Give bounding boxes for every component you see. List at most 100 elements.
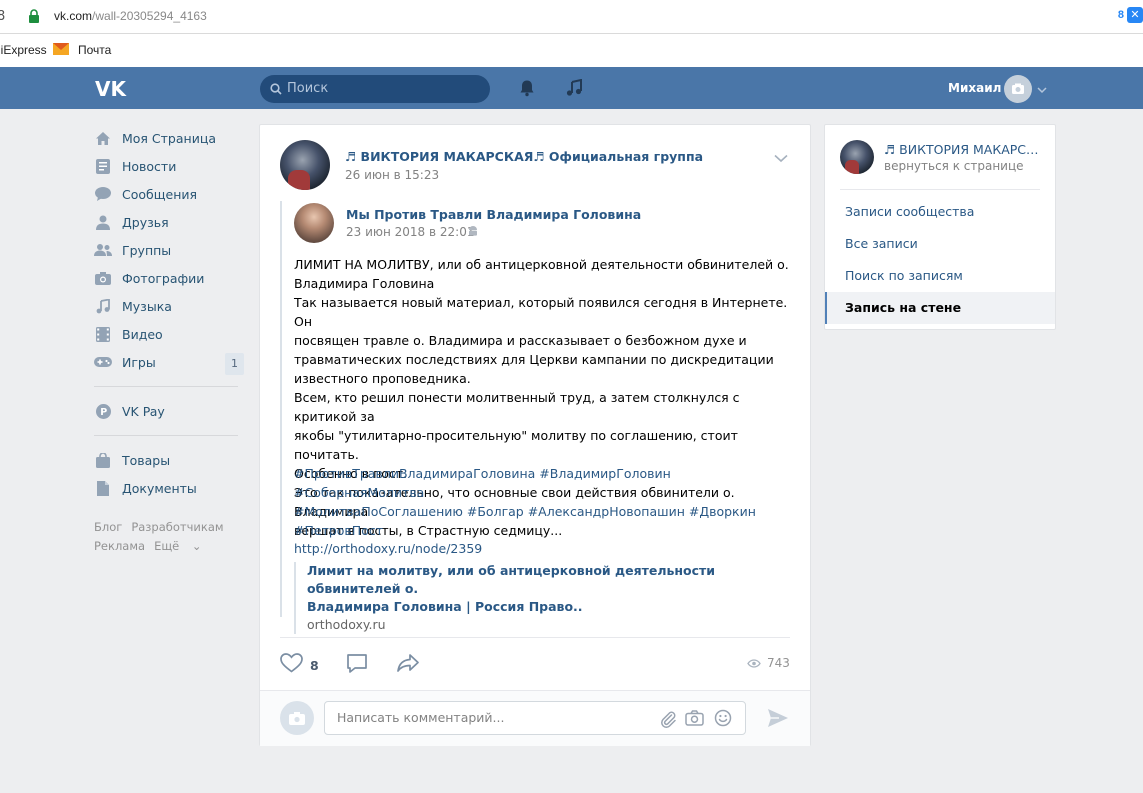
share-button[interactable]: [396, 653, 420, 677]
comment-button[interactable]: [346, 653, 368, 678]
sidebar-item-goods[interactable]: Товары: [92, 446, 244, 474]
search-input[interactable]: Поиск: [260, 75, 490, 103]
extension-area: 8 ✕: [1118, 7, 1143, 23]
post-text-line: ЛИМИТ НА МОЛИТВУ, или об антицерковной д…: [294, 257, 789, 272]
footer-link-ads[interactable]: Реклама: [94, 539, 145, 553]
svg-text:VK: VK: [95, 79, 127, 99]
post-link[interactable]: http://orthodoxy.ru/node/2359: [294, 541, 482, 556]
url-field[interactable]: vk.com/wall-20305294_4163: [54, 9, 207, 23]
sidebar-item-documents[interactable]: Документы: [92, 474, 244, 502]
post-text-line: якобы "утилитарно-просительную" молитву …: [294, 428, 738, 462]
sidebar-divider: [94, 435, 238, 436]
bookmarks-bar: liExpress Почта: [0, 34, 1143, 67]
group-name[interactable]: ♬ ВИКТОРИЯ МАКАРСКАЯ♬ Официальная группа: [884, 142, 1046, 157]
hashtag-line[interactable]: #ПетровПост: [294, 521, 799, 540]
sidebar-item-news[interactable]: Новости: [92, 152, 244, 180]
link-snippet[interactable]: Лимит на молитву, или об антицерковной д…: [294, 562, 764, 634]
repost-author-avatar[interactable]: [294, 203, 334, 243]
sidebar-item-label: Моя Страница: [122, 130, 216, 146]
sidebar-item-vkpay[interactable]: P VK Pay: [92, 397, 244, 425]
search-icon: [270, 83, 282, 99]
menu-item-all-posts[interactable]: Все записи: [825, 228, 1055, 260]
bookmark-mail[interactable]: Почта: [78, 43, 111, 57]
sidebar-item-music[interactable]: Музыка: [92, 292, 244, 320]
menu-item-community-posts[interactable]: Записи сообщества: [825, 196, 1055, 228]
like-button[interactable]: 8: [280, 653, 319, 677]
bookmark-aliexpress[interactable]: liExpress: [0, 43, 47, 57]
music-icon: [94, 298, 112, 314]
snippet-title-line: Владимира Головина | Россия Право..: [307, 599, 583, 614]
sidebar-item-label: Видео: [122, 326, 163, 342]
footer-more-label: Ещё: [154, 539, 180, 553]
sidebar-item-label: Товары: [122, 452, 171, 468]
lock-icon: [28, 9, 40, 23]
footer-link-blog[interactable]: Блог: [94, 520, 122, 534]
heart-icon: [280, 653, 303, 677]
left-sidebar: Моя Страница Новости Сообщения Друзья Гр…: [92, 124, 244, 556]
like-count: 8: [310, 657, 319, 673]
friends-icon: [94, 214, 112, 230]
sidebar-item-games[interactable]: Игры 1: [92, 348, 244, 376]
attach-icon[interactable]: [659, 710, 677, 732]
sidebar-item-photos[interactable]: Фотографии: [92, 264, 244, 292]
sidebar-item-video[interactable]: Видео: [92, 320, 244, 348]
avatar: [280, 701, 314, 735]
camera-icon[interactable]: [685, 710, 704, 730]
home-icon: [94, 130, 112, 146]
search-placeholder: Поиск: [287, 81, 329, 96]
post-author-name[interactable]: ♬ ВИКТОРИЯ МАКАРСКАЯ♬ Официальная группа: [345, 149, 703, 164]
chevron-down-icon[interactable]: [774, 152, 788, 167]
close-icon[interactable]: ✕: [1127, 7, 1143, 23]
repost-author-name[interactable]: Мы Против Травли Владимира Головина: [346, 207, 641, 222]
group-avatar[interactable]: [840, 140, 874, 174]
avatar[interactable]: [1004, 75, 1032, 103]
sidebar-item-label: Игры: [122, 354, 156, 370]
groups-icon: [94, 242, 112, 258]
games-badge: 1: [225, 353, 244, 375]
svg-text:P: P: [100, 407, 107, 418]
post-author-avatar[interactable]: [280, 140, 330, 190]
post-text-line: Так называется новый материал, который п…: [294, 295, 788, 329]
bell-icon[interactable]: [518, 79, 536, 101]
camera-icon: [94, 270, 112, 286]
send-icon[interactable]: [767, 708, 789, 732]
post-date[interactable]: 26 июн в 15:23: [345, 168, 439, 182]
bag-icon: [94, 452, 112, 468]
header-user-name[interactable]: Михаил: [948, 81, 1001, 95]
views-counter: 743: [747, 656, 790, 670]
sidebar-item-label: Группы: [122, 242, 172, 258]
sidebar-item-messages[interactable]: Сообщения: [92, 180, 244, 208]
hashtag-line[interactable]: #ПротивТравлиВладимираГоловина #Владимир…: [294, 464, 799, 502]
chevron-down-icon: ⌄: [191, 539, 202, 553]
footer-link-more[interactable]: Ещё ⌄: [154, 539, 210, 553]
music-icon[interactable]: [565, 78, 583, 101]
footer-link-developers[interactable]: Разработчикам: [131, 520, 223, 534]
repost-date[interactable]: 23 июн 2018 в 22:01: [346, 225, 474, 239]
post-text-line: Всем, кто решил понести молитвенный труд…: [294, 390, 740, 424]
sidebar-footer: Блог Разработчикам Реклама Ещё ⌄: [94, 518, 244, 556]
messages-icon: [94, 186, 112, 202]
back-to-page-link[interactable]: вернуться к странице: [884, 159, 1024, 173]
gamepad-icon: [94, 354, 112, 370]
camera-icon: [289, 712, 305, 725]
vkpay-icon: P: [94, 403, 112, 419]
comment-input[interactable]: Написать комментарий...: [324, 701, 746, 735]
sidebar-item-friends[interactable]: Друзья: [92, 208, 244, 236]
sidebar-item-label: Сообщения: [122, 186, 198, 202]
hashtag-line[interactable]: #МолитваПоСоглашению #Болгар #АлександрН…: [294, 502, 799, 521]
post-text-line: Владимира Головина: [294, 276, 435, 291]
sidebar-item-my-page[interactable]: Моя Страница: [92, 124, 244, 152]
chevron-down-icon[interactable]: [1037, 83, 1047, 98]
menu-item-wall-post[interactable]: Запись на стене: [825, 292, 1055, 324]
sidebar-item-label: Друзья: [122, 214, 169, 230]
document-icon: [94, 480, 112, 496]
comment-composer: Написать комментарий...: [260, 690, 810, 746]
sidebar-item-groups[interactable]: Группы: [92, 236, 244, 264]
views-count: 743: [767, 656, 790, 670]
smile-icon[interactable]: [714, 709, 732, 731]
vk-logo-icon[interactable]: VK: [95, 77, 129, 103]
snippet-domain: orthodoxy.ru: [307, 617, 386, 632]
repost-divider: [280, 201, 282, 617]
post-text-line: травматических последствиях для Церкви к…: [294, 352, 774, 367]
menu-item-search-posts[interactable]: Поиск по записям: [825, 260, 1055, 292]
